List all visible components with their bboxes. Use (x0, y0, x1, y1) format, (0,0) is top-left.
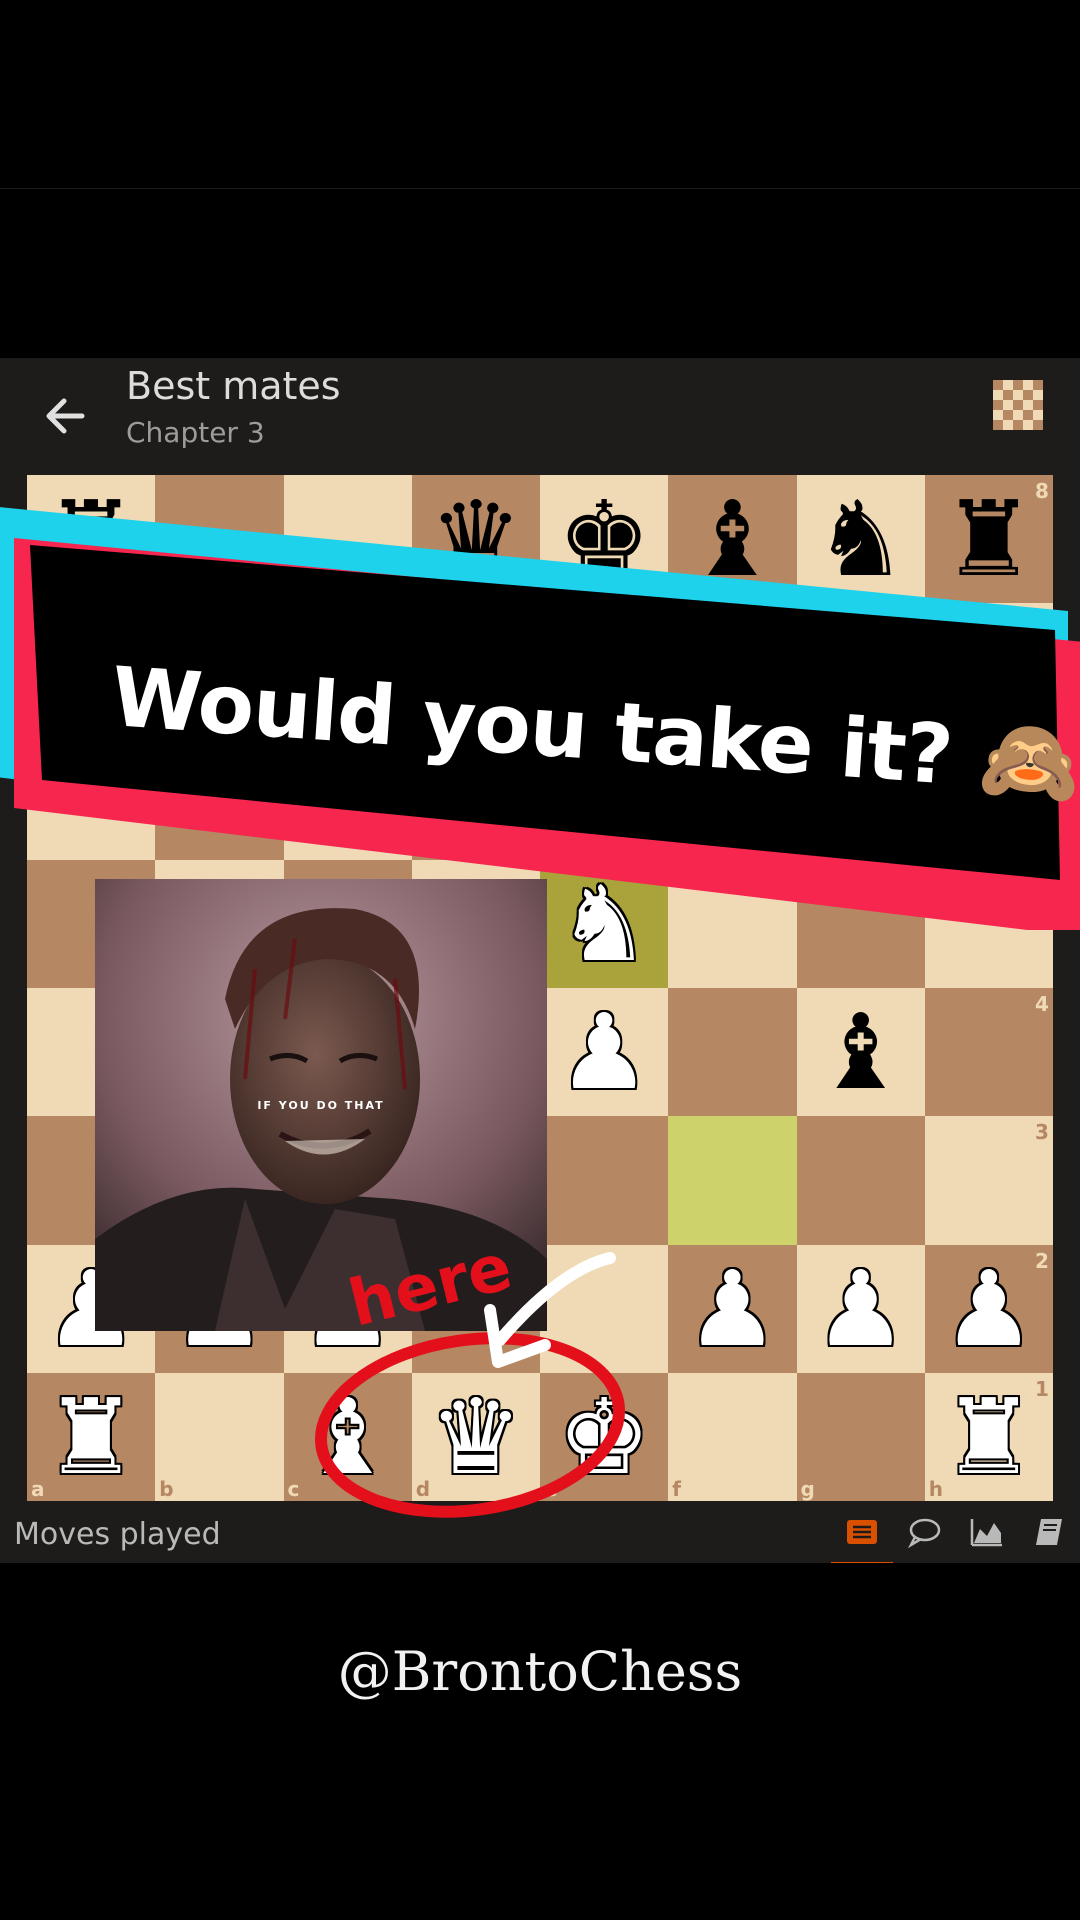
study-title: Best mates (126, 364, 341, 408)
back-arrow-icon[interactable] (36, 386, 96, 446)
white-queen-d1[interactable]: ♛ (412, 1373, 540, 1501)
creator-handle: @BrontoChess (337, 1640, 743, 1703)
white-pawn-e4[interactable]: ♟ (540, 988, 668, 1116)
bottom-black-band (0, 1563, 1080, 1920)
upper-black-band (0, 188, 1080, 359)
file-label-b: b (159, 1477, 174, 1501)
chart-icon[interactable] (970, 1515, 1004, 1549)
rank-label-3: 3 (1035, 1120, 1049, 1145)
white-pawn-h2[interactable]: ♟ (925, 1245, 1053, 1373)
square-h4[interactable] (924, 988, 1053, 1117)
moves-list-icon[interactable] (831, 1515, 893, 1566)
board-menu-icon[interactable] (993, 380, 1043, 430)
square-g1[interactable] (796, 1372, 925, 1501)
meme-caption: IF YOU DO THAT (257, 1099, 385, 1112)
white-rook-h1[interactable]: ♜ (925, 1373, 1053, 1501)
file-label-f: f (672, 1477, 681, 1501)
study-header: Best mates Chapter 3 (0, 358, 1080, 473)
white-bishop-c1[interactable]: ♝ (284, 1373, 412, 1501)
square-f4[interactable] (668, 988, 797, 1117)
square-e2[interactable] (540, 1244, 669, 1373)
white-rook-a1[interactable]: ♜ (27, 1373, 155, 1501)
rank-label-4: 4 (1035, 992, 1049, 1016)
square-f3[interactable] (668, 1116, 797, 1245)
white-pawn-f2[interactable]: ♟ (668, 1245, 796, 1373)
square-f1[interactable] (668, 1372, 797, 1501)
moves-played-label: Moves played (14, 1517, 221, 1552)
white-king-e1[interactable]: ♚ (540, 1373, 668, 1501)
analysis-footer: Moves played (0, 1501, 1080, 1566)
top-black-band (0, 0, 1080, 188)
square-h3[interactable] (924, 1116, 1053, 1245)
book-icon[interactable] (1032, 1515, 1066, 1549)
file-label-g: g (800, 1477, 815, 1501)
chapter-label: Chapter 3 (126, 416, 265, 449)
chat-bubble-icon[interactable] (907, 1515, 941, 1549)
black-bishop-g4[interactable]: ♝ (797, 988, 925, 1116)
square-e3[interactable] (540, 1116, 669, 1245)
square-b1[interactable] (155, 1372, 284, 1501)
square-g3[interactable] (796, 1116, 925, 1245)
white-pawn-g2[interactable]: ♟ (797, 1245, 925, 1373)
